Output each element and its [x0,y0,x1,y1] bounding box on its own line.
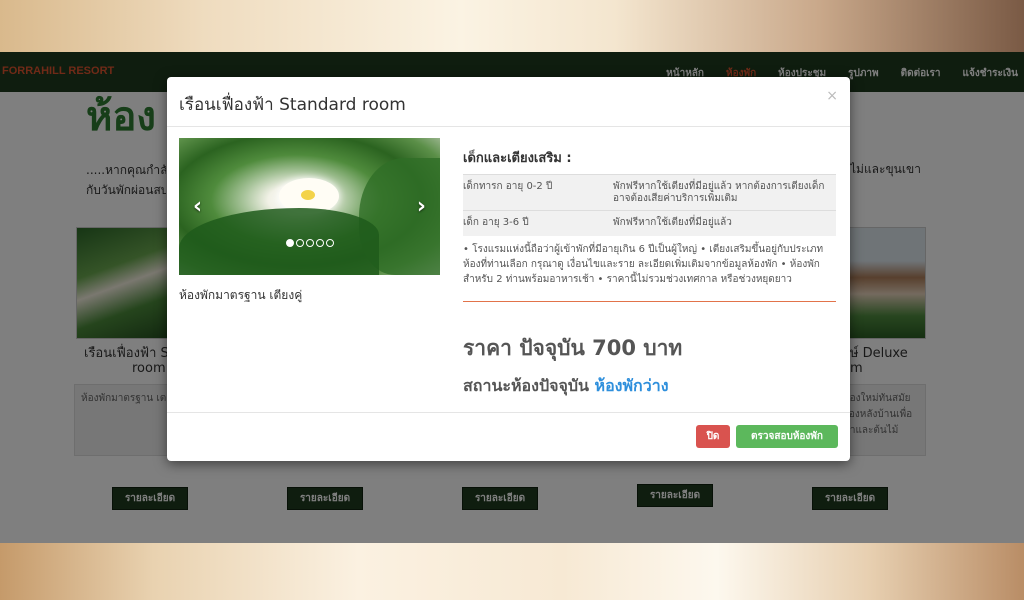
chevron-left-icon[interactable]: ‹ [193,194,202,219]
carousel-photo-leaf [179,208,379,275]
photo-caption: ห้องพักมาตรฐาน เตียงคู่ [179,288,303,302]
modal-title: เรือนเฟื่องฟ้า Standard room [179,95,406,115]
carousel-indicator-dot[interactable] [296,239,304,247]
chevron-right-icon[interactable]: › [417,194,426,219]
room-detail-modal: เรือนเฟื่องฟ้า Standard room × ‹ › ห้องพ… [167,77,850,461]
room-status-label: สถานะห้องปัจจุบัน [463,376,589,395]
extras-heading: เด็กและเตียงเสริม : [463,151,572,166]
carousel-indicators [286,239,334,247]
background-banner-bottom [0,543,1024,600]
room-status: สถานะห้องปัจจุบัน ห้องพักว่าง [463,374,669,399]
close-icon[interactable]: × [826,88,838,104]
extras-age: เด็ก อายุ 3-6 ปี [463,217,529,228]
modal-footer: ปิด ตรวจสอบห้องพัก [167,412,850,461]
room-price: ราคา ปัจจุบัน 700 บาท [463,336,683,360]
carousel-indicator-dot[interactable] [326,239,334,247]
section-divider [463,301,836,302]
room-status-value: ห้องพักว่าง [594,376,669,395]
modal-header: เรือนเฟื่องฟ้า Standard room × [167,77,850,127]
carousel-photo-flower-center [301,190,315,200]
policy-notes: • โรงแรมแห่งนี้ถือว่าผู้เข้าพักที่มีอายุ… [463,244,824,285]
room-photo-carousel: ‹ › [179,138,440,275]
carousel-indicator-dot[interactable] [306,239,314,247]
carousel-indicator-dot[interactable] [286,239,294,247]
extras-row: เด็ก อายุ 3-6 ปี พักฟรีหากใช้เตียงที่มีอ… [463,210,836,236]
background-banner-top [0,0,1024,52]
close-button[interactable]: ปิด [696,425,730,448]
extras-policy: พักฟรีหากใช้เตียงที่มีอยู่แล้ว [613,217,732,228]
extras-age: เด็กทารก อายุ 0-2 ปี [463,181,553,192]
carousel-indicator-dot[interactable] [316,239,324,247]
extras-row: เด็กทารก อายุ 0-2 ปี พักฟรีหากใช้เตียงที… [463,174,836,210]
check-availability-button[interactable]: ตรวจสอบห้องพัก [736,425,838,448]
extras-policy: พักฟรีหากใช้เตียงที่มีอยู่แล้ว หากต้องกา… [613,181,825,204]
